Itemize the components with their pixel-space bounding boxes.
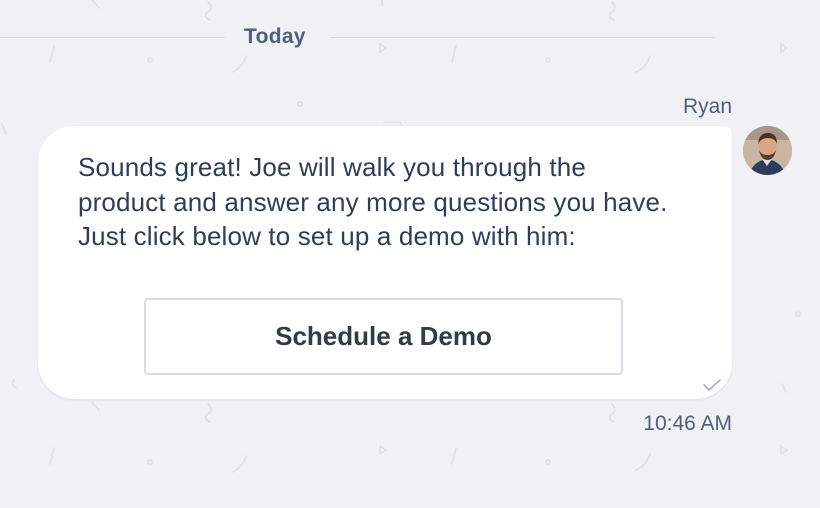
schedule-demo-button[interactable]: Schedule a Demo [144,298,623,375]
checkmark-icon [703,379,721,391]
day-divider: Today [0,22,820,54]
avatar[interactable] [743,126,792,175]
person-avatar-icon [743,126,792,175]
divider-line-right [330,37,715,38]
message-timestamp: 10:46 AM [643,412,732,435]
message-bubble: Sounds great! Joe will walk you through … [38,126,732,399]
divider-line-left [0,37,225,38]
message-text: Sounds great! Joe will walk you through … [78,152,668,251]
sender-name: Ryan [682,95,732,118]
day-label: Today [244,25,306,48]
